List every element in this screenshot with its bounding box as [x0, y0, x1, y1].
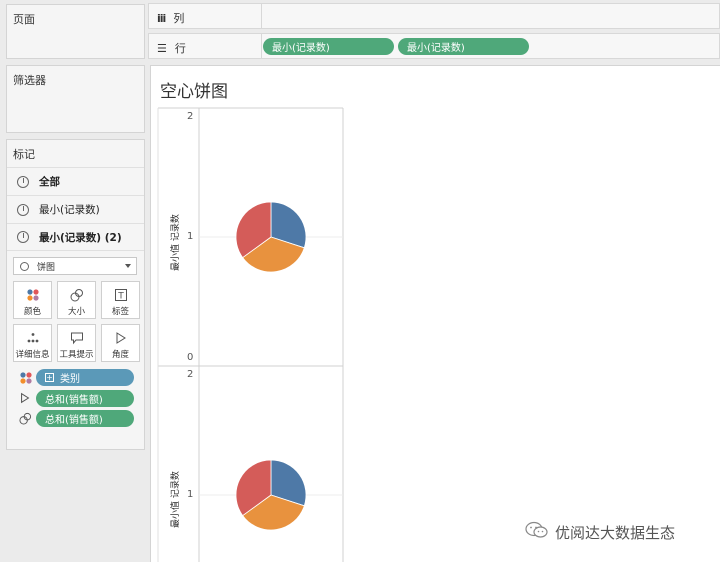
columns-shelf-label: iii 列	[157, 10, 184, 26]
rows-shelf[interactable]: ☰ 行 最小(记录数) 最小(记录数)	[148, 33, 720, 59]
angle-button-label: 角度	[111, 350, 129, 360]
y-axis-title: 最小值 记录数	[171, 214, 181, 271]
y-tick-label: 2	[187, 369, 194, 380]
category-pill-label: 类别	[60, 374, 80, 385]
color-encoding-icon	[19, 371, 33, 388]
marks-tab-min-records-2[interactable]: 最小(记录数) (2)	[7, 223, 144, 251]
size-icon	[19, 412, 32, 428]
size-button-label: 大小	[67, 307, 85, 317]
pie-mark-icon	[17, 203, 29, 216]
expand-icon[interactable]: +	[45, 373, 54, 382]
size-button[interactable]: 大小	[57, 281, 96, 319]
rows-icon: ☰	[157, 41, 167, 55]
columns-label-text: 列	[173, 12, 185, 25]
angle-sales-pill[interactable]: 总和(销售额)	[36, 390, 134, 407]
marks-tab-all[interactable]: 全部	[7, 167, 144, 195]
marks-tab-label: 最小(记录数)	[39, 204, 100, 216]
size-sales-pill[interactable]: 总和(销售额)	[36, 410, 134, 427]
detail-button-label: 详细信息	[15, 350, 50, 360]
watermark: 优阅达大数据生态	[525, 521, 675, 543]
columns-icon: iii	[157, 11, 166, 25]
pages-title: 页面	[13, 13, 35, 26]
pages-panel[interactable]: 页面	[6, 4, 145, 59]
y-tick-label: 2	[187, 111, 194, 122]
marks-tab-label: 最小(记录数) (2)	[39, 231, 122, 244]
rows-label-text: 行	[174, 42, 186, 55]
rows-pill-min-records-2[interactable]: 最小(记录数)	[398, 38, 529, 55]
tooltip-button-label: 工具提示	[59, 350, 94, 360]
shelf-divider	[261, 34, 262, 58]
marks-title: 标记	[13, 148, 35, 161]
rows-pill-label: 最小(记录数)	[407, 43, 465, 54]
angle-icon	[114, 330, 128, 345]
marks-tab-min-records[interactable]: 最小(记录数)	[7, 195, 144, 223]
color-dots-icon	[26, 287, 40, 302]
y-tick-label: 1	[187, 231, 194, 242]
mark-type-value: 饼图	[37, 262, 56, 273]
angle-button[interactable]: 角度	[101, 324, 140, 362]
svg-text:T: T	[117, 291, 124, 301]
rows-pill-min-records[interactable]: 最小(记录数)	[263, 38, 394, 55]
chevron-down-icon	[125, 264, 131, 268]
label-button[interactable]: T 标签	[101, 281, 140, 319]
tooltip-button[interactable]: 工具提示	[57, 324, 96, 362]
y-tick-label: 1	[187, 489, 194, 500]
size-sales-pill-label: 总和(销售额)	[45, 415, 103, 426]
size-icon	[70, 287, 84, 302]
marks-panel: 标记 全部 最小(记录数) 最小(记录数) (2) 饼图 颜色 大小 T 标签	[6, 139, 145, 450]
detail-button[interactable]: 详细信息	[13, 324, 52, 362]
color-button[interactable]: 颜色	[13, 281, 52, 319]
rows-pill-label: 最小(记录数)	[272, 43, 330, 54]
mark-type-dropdown[interactable]: 饼图	[13, 257, 137, 275]
pie-mark-icon	[20, 261, 29, 271]
detail-icon	[26, 330, 40, 345]
y-tick-label: 0	[187, 352, 194, 363]
watermark-text: 优阅达大数据生态	[555, 523, 676, 542]
tooltip-icon	[70, 330, 84, 345]
angle-sales-pill-label: 总和(销售额)	[45, 395, 103, 406]
angle-icon	[19, 392, 31, 407]
label-button-label: 标签	[111, 307, 129, 317]
category-pill[interactable]: + 类别	[36, 369, 134, 386]
color-button-label: 颜色	[23, 307, 41, 317]
columns-shelf[interactable]: iii 列	[148, 3, 720, 29]
rows-shelf-label: ☰ 行	[157, 40, 186, 56]
wechat-icon	[525, 521, 549, 543]
marks-tab-label: 全部	[39, 176, 60, 188]
label-icon: T	[114, 287, 128, 302]
pie-mark-icon	[17, 231, 29, 243]
filters-title: 筛选器	[13, 74, 46, 87]
chart-canvas[interactable]	[151, 66, 720, 562]
shelf-divider	[261, 4, 262, 28]
filters-panel[interactable]: 筛选器	[6, 65, 145, 133]
pie-mark-icon	[17, 175, 29, 188]
view-area[interactable]: 空心饼图 2 1 0 2 1 最小值 记录数 最小值 记录数	[150, 65, 720, 562]
y-axis-title: 最小值 记录数	[171, 471, 181, 528]
